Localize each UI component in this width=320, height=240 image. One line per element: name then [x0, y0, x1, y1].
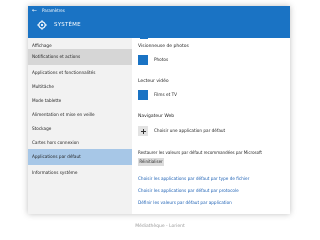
window-title: Paramètres [42, 8, 65, 13]
settings-window: ← Paramètres SYSTÈME Affichage Notificat… [28, 6, 290, 214]
back-arrow-icon[interactable]: ← [32, 6, 37, 15]
reset-label: Restaurer les valeurs par défaut recomma… [138, 150, 262, 155]
footer-caption: Médiathèque - Lorient [135, 224, 185, 229]
title-bar: ← Paramètres [28, 6, 290, 15]
page-title: SYSTÈME [54, 22, 81, 28]
reset-button[interactable]: Réinitialiser [138, 158, 164, 166]
web-browser-heading: Navigateur Web [138, 114, 175, 119]
video-player-heading: Lecteur vidéo [138, 79, 169, 84]
photo-app-name: Photos [154, 57, 169, 62]
content-panel: Visionneuse de photos Photos Lecteur vid… [132, 36, 290, 214]
photos-icon [138, 55, 148, 65]
plus-icon [138, 126, 148, 136]
page-header: SYSTÈME [28, 15, 290, 38]
link-by-protocol[interactable]: Choisir les applications par défaut par … [138, 188, 239, 193]
sidebar-item-notifications[interactable]: Notifications et actions [28, 49, 132, 65]
link-by-app[interactable]: Définir les valeurs par défaut par appli… [138, 200, 232, 205]
app-icon [140, 36, 148, 39]
sidebar-item-informations[interactable]: Informations système [28, 165, 132, 181]
sidebar-item-applications-par-defaut[interactable]: Applications par défaut [28, 149, 132, 165]
video-app-name: Films et TV [154, 92, 177, 97]
sidebar: Affichage Notifications et actions Appli… [28, 38, 132, 214]
web-app-name: Choisir une application par défaut [154, 128, 226, 133]
link-by-file-type[interactable]: Choisir les applications par défaut par … [138, 176, 249, 181]
photo-viewer-heading: Visionneuse de photos [138, 44, 189, 49]
films-tv-icon [138, 90, 148, 100]
gear-icon [37, 20, 47, 30]
